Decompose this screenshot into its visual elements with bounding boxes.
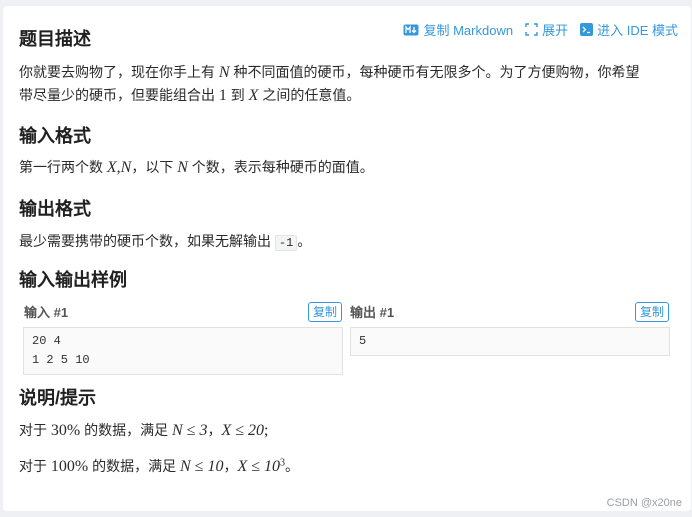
hint-line-1: 对于 30% 的数据，满足 N ≤ 3，X ≤ 20;	[19, 422, 269, 439]
copy-markdown-button[interactable]: 复制 Markdown	[403, 20, 513, 39]
copy-markdown-label: 复制 Markdown	[423, 23, 514, 38]
input-format-text: 第一行两个数 X,N，以下 N 个数，表示每种硬币的面值。	[19, 159, 374, 176]
problem-toolbar: 复制 Markdown 展开 进入 IDE 模式	[403, 20, 678, 39]
math-n: N	[218, 64, 230, 81]
section-title-description: 题目描述	[19, 29, 91, 49]
copy-output-button[interactable]: 复制	[635, 302, 670, 322]
section-title-input-format: 输入格式	[19, 126, 91, 146]
ide-mode-label: 进入 IDE 模式	[597, 23, 678, 38]
expand-icon	[525, 23, 538, 36]
markdown-icon	[403, 24, 419, 35]
ide-mode-button[interactable]: 进入 IDE 模式	[580, 20, 678, 39]
hint-line-2: 对于 100% 的数据，满足 N ≤ 10，X ≤ 103。	[19, 457, 300, 475]
copy-input-button[interactable]: 复制	[308, 302, 343, 322]
section-title-output-format: 输出格式	[19, 199, 91, 219]
sample-output-block: 5	[350, 327, 670, 356]
output-format-text: 最少需要携带的硬币个数，如果无解输出 -1。	[19, 233, 312, 251]
section-title-samples: 输入输出样例	[19, 270, 127, 290]
expand-label: 展开	[542, 23, 569, 38]
watermark: CSDN @x20ne	[606, 497, 682, 509]
sample-input-block: 20 4 1 2 5 10	[23, 327, 343, 375]
math-one: 1	[218, 87, 227, 104]
sample-input-label: 输入 #1	[24, 305, 69, 320]
expand-button[interactable]: 展开	[525, 20, 568, 39]
description-line-2: 带尽量少的硬币，但要能组合出 1 到 X 之间的任意值。	[19, 87, 361, 104]
math-x: X	[248, 87, 259, 104]
section-title-hints: 说明/提示	[19, 388, 97, 408]
description-line-1: 你就要去购物了，现在你手上有 N 种不同面值的硬币，每种硬币有无限多个。为了方便…	[19, 64, 640, 81]
ide-icon	[580, 23, 594, 36]
inline-code: -1	[274, 235, 298, 251]
sample-output-label: 输出 #1	[350, 305, 395, 320]
